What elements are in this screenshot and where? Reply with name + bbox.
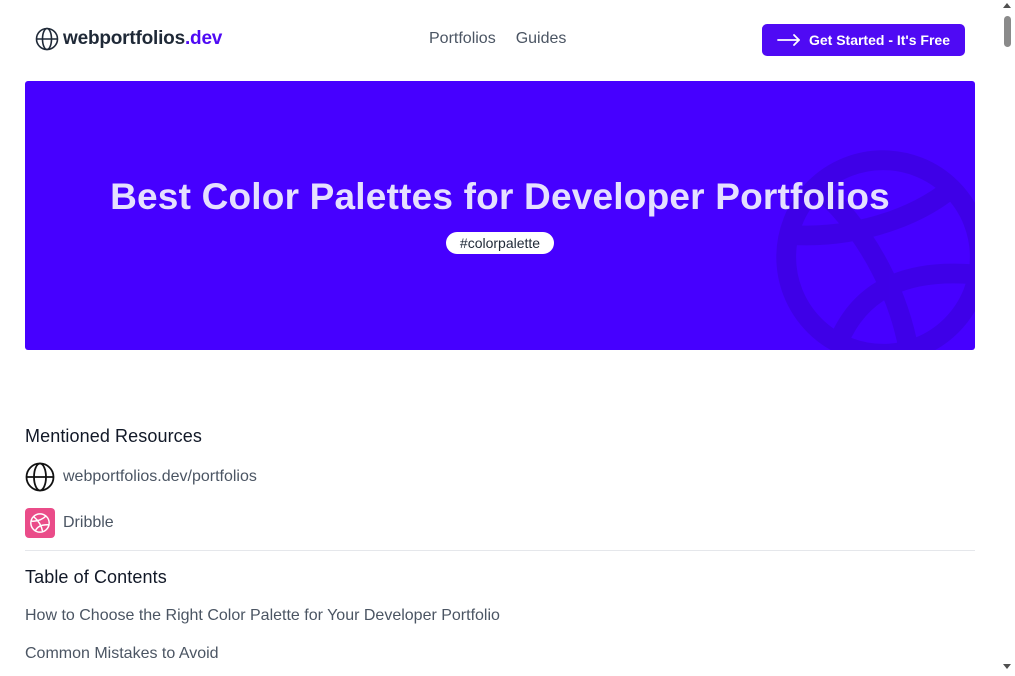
toc-item[interactable]: How to Choose the Right Color Palette fo… [25, 607, 500, 625]
resource-label: webportfolios.dev/portfolios [63, 468, 257, 485]
scroll-down-arrow-icon[interactable] [1003, 664, 1011, 669]
logo-accent: .dev [184, 28, 223, 49]
main-nav: Portfolios Guides [429, 30, 566, 48]
dribbble-icon [25, 508, 55, 538]
globe-icon [35, 27, 59, 51]
resource-dribbble[interactable]: Dribble [25, 508, 114, 538]
hero-title: Best Color Palettes for Developer Portfo… [110, 176, 890, 217]
globe-icon [25, 462, 55, 492]
nav-portfolios[interactable]: Portfolios [429, 30, 496, 48]
toc-title: Table of Contents [25, 567, 167, 587]
divider [25, 550, 975, 551]
resource-label: Dribble [63, 514, 114, 531]
logo-main: webportfolios [63, 28, 185, 49]
nav-guides[interactable]: Guides [516, 30, 567, 48]
resources-title: Mentioned Resources [25, 426, 202, 446]
hero-tag[interactable]: #colorpalette [446, 232, 554, 254]
hero-banner: Best Color Palettes for Developer Portfo… [25, 81, 975, 350]
arrow-right-icon [777, 33, 801, 47]
get-started-label: Get Started - It's Free [808, 32, 951, 48]
scroll-thumb[interactable] [1004, 16, 1011, 47]
site-header: webportfolios.dev Portfolios Guides Get … [0, 0, 1000, 80]
get-started-button[interactable]: Get Started - It's Free [762, 24, 965, 56]
vertical-scrollbar[interactable] [1000, 0, 1015, 676]
logo-link[interactable]: webportfolios.dev [35, 27, 222, 51]
logo-text: webportfolios.dev [63, 28, 222, 50]
toc-item[interactable]: Common Mistakes to Avoid [25, 645, 219, 663]
scroll-up-arrow-icon[interactable] [1003, 3, 1011, 8]
page: webportfolios.dev Portfolios Guides Get … [0, 0, 1000, 676]
resource-webportfolios[interactable]: webportfolios.dev/portfolios [25, 462, 257, 492]
